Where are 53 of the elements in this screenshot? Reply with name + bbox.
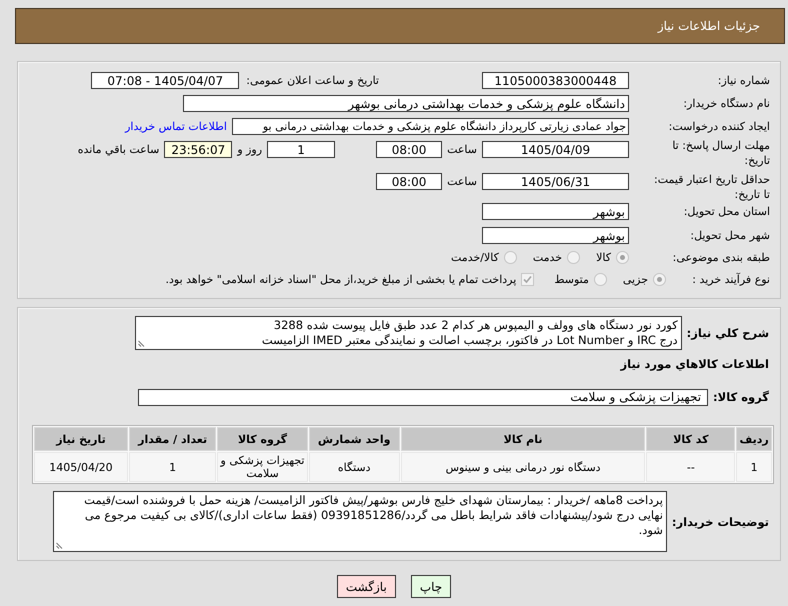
deadline-date-field[interactable]: 1405/04/09 [482, 141, 629, 158]
field-label: شهر محل تحویل: [689, 229, 770, 242]
back-button[interactable]: بازگشت [336, 575, 396, 598]
field-label: روز و [237, 142, 262, 158]
days-field[interactable]: 1 [267, 141, 336, 158]
resize-grip-icon[interactable] [56, 541, 64, 549]
page-title: جزئیات اطلاعات نیاز [658, 19, 760, 33]
field-label: شماره نیاز: [716, 74, 770, 87]
validity-date-field[interactable]: 1405/06/31 [482, 173, 629, 190]
validity-time-field[interactable]: 08:00 [376, 173, 442, 190]
print-button[interactable]: چاپ [410, 575, 452, 598]
column-header: ردیف [736, 427, 772, 451]
field-label: نام دستگاه خریدار: [682, 97, 770, 110]
city-field[interactable]: بوشهر [482, 227, 629, 244]
column-header: نام کالا [400, 427, 646, 451]
table-cell: دستگاه [308, 452, 400, 482]
field-label: گروه کالا: [713, 390, 770, 404]
notes-text-area[interactable]: پرداخت 8ماهه /خریدار : بیمارستان شهدای خلیج فارس بوشهر/پیش فاکتور الزامیست/ هزینه حمل با فروشنده است/قیمت نهایی درج شود/پیشنهادات فاقد شرایط باطل می گردد/09391851286 (فقط ساعات اداری)/کالای بی کیفیت مرجوع می شود. [53, 491, 667, 552]
table-cell: دستگاه نور درمانی بینی و سینوس [400, 452, 646, 482]
remaining-time-field[interactable]: 23:56:07 [164, 141, 232, 158]
section-heading: اطلاعات کالاهاي مورد نیاز [620, 356, 770, 370]
field-label: نوع فرآیند خرید : [691, 272, 770, 286]
field-label: استان محل تحویل: [682, 205, 770, 218]
deadline-time-field[interactable]: 08:00 [376, 141, 442, 158]
column-header: کد کالا [646, 427, 736, 451]
column-header: گروه کالا [217, 427, 308, 451]
field-label: ساعت [447, 142, 477, 158]
table-cell: 1 [128, 452, 216, 482]
buyer-org-field[interactable]: دانشگاه علوم پزشکی و خدمات بهداشتی درمانی بوشهر [183, 95, 629, 112]
announce-date-field[interactable]: 1405/04/07 - 07:08 [91, 72, 240, 89]
field-label: حداقل تاریخ اعتبار قیمت: تا تاریخ: [653, 172, 770, 202]
field-label: ساعت [447, 174, 477, 190]
table-cell: 1405/04/20 [34, 452, 128, 482]
field-label: مهلت ارسال پاسخ: تا تاریخ: [671, 138, 770, 168]
table-cell: -- [646, 452, 736, 482]
requester-field[interactable]: جواد عمادی زیارتی کارپرداز دانشگاه علوم پزشکی و خدمات بهداشتی درمانی بو [232, 118, 629, 135]
table-cell: 1 [736, 452, 772, 482]
column-header: تعداد / مقدار [128, 427, 216, 451]
field-label: ساعت باقي مانده [78, 142, 160, 158]
group-field[interactable]: تجهیزات پزشکی و سلامت [138, 388, 708, 406]
table-cell: تجهیزات پزشکی و سلامت [217, 452, 308, 482]
field-label: طبقه بندی موضوعی: [672, 251, 770, 264]
field-label: توضیحات خریدار: [672, 514, 770, 528]
contact-link[interactable]: اطلاعات تماس خریدار [125, 120, 227, 133]
column-header: واحد شمارش [308, 427, 400, 451]
need-number-field[interactable]: 1105000383000448 [482, 72, 629, 89]
field-label: تاریخ و ساعت اعلان عمومی: [246, 73, 379, 89]
resize-grip-icon[interactable] [138, 339, 146, 347]
summary-text-area[interactable]: کورد نور دستگاه های وولف و الیمپوس هر کدام 2 عدد طبق فایل پیوست شده 3288 درج IRC و Lot Number در فاکتور، برچسب اصالت و نمایندگی معتبر IMED الزامیست [135, 316, 682, 350]
column-header: تاریخ نیاز [34, 427, 128, 451]
province-field[interactable]: بوشهر [482, 203, 629, 220]
field-label: ایجاد کننده درخواست: [668, 120, 770, 133]
field-label: شرح کلي نیاز: [686, 326, 770, 340]
